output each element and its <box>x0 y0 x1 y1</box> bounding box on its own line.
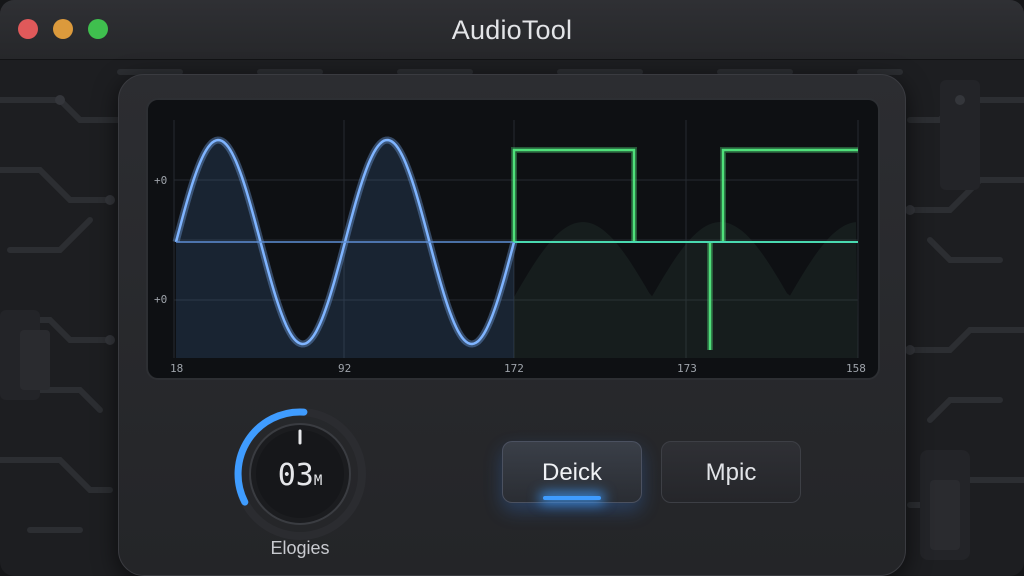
knob-value: 03M <box>232 458 368 493</box>
x-tick-4: 173 <box>677 362 697 375</box>
mpic-button[interactable]: Mpic <box>661 441 801 503</box>
knob-label: Elogies <box>270 538 330 558</box>
oscilloscope-display: +0 +0 18 92 172 173 158 <box>146 98 880 380</box>
active-indicator <box>543 496 601 500</box>
app-window: AudioTool +0 +0 18 92 172 173 158 03M El… <box>0 0 1024 576</box>
deick-button[interactable]: Deick <box>502 441 642 503</box>
knob-unit: M <box>313 473 323 489</box>
x-tick-3: 172 <box>504 362 524 375</box>
x-tick-2: 92 <box>338 362 352 375</box>
waveform-plot <box>172 120 859 358</box>
title-bar: AudioTool <box>0 0 1024 60</box>
mpic-button-label: Mpic <box>705 459 757 486</box>
window-title: AudioTool <box>451 15 573 45</box>
level-knob[interactable]: 03M <box>232 406 368 542</box>
x-tick-5: 158 <box>846 362 866 375</box>
y-tick-lower: +0 <box>154 293 168 306</box>
x-tick-1: 18 <box>170 362 184 375</box>
knob-number: 03 <box>277 458 314 493</box>
deick-button-label: Deick <box>541 459 602 486</box>
y-tick-upper: +0 <box>154 174 168 187</box>
